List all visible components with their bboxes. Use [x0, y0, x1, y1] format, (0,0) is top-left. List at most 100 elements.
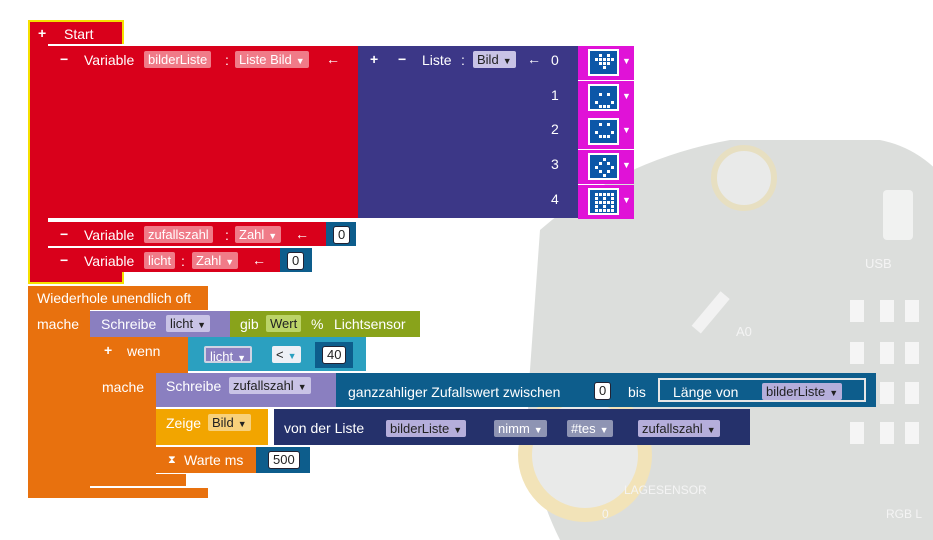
chevron-down-icon: ▼	[268, 231, 278, 241]
var2-label: Variable	[84, 227, 135, 243]
led-dot	[611, 197, 614, 200]
var3-colon: :	[181, 253, 185, 269]
led-dot	[607, 135, 610, 138]
usb-label: USB	[865, 256, 892, 271]
led-dot	[607, 123, 610, 126]
led-dot	[595, 205, 598, 208]
list-minus-icon[interactable]: −	[398, 50, 406, 68]
write1-get-label: gib	[240, 316, 259, 332]
image-diamond-icon	[588, 153, 619, 180]
list-colon: :	[461, 52, 465, 68]
led-dot	[599, 209, 602, 212]
compare-var-dropdown[interactable]: licht ▼	[204, 346, 253, 364]
led-dot	[603, 62, 606, 65]
start-plus-icon[interactable]: +	[38, 24, 46, 42]
var3-value-field[interactable]: 0	[287, 252, 305, 270]
hourglass-icon: ⧗	[168, 454, 176, 466]
var1-name-field[interactable]: bilderListe	[144, 51, 212, 68]
list-get-label: von der Liste	[284, 420, 365, 436]
wait-value-field[interactable]: 500	[268, 451, 300, 469]
chevron-down-icon: ▼	[237, 419, 247, 429]
show-type-dropdown[interactable]: Bild ▼	[208, 414, 251, 431]
led-dot	[603, 209, 606, 212]
image-grid-icon	[588, 188, 619, 215]
list-block[interactable]	[358, 46, 578, 218]
list-get-index-dropdown[interactable]: zufallszahl ▼	[638, 420, 720, 437]
led-dot	[595, 101, 598, 104]
var1-arrow: ←	[326, 51, 340, 67]
variable-bilderliste-block[interactable]	[48, 46, 358, 218]
led-dot	[599, 135, 602, 138]
led-dot	[603, 205, 606, 208]
led-dot	[603, 58, 606, 61]
var2-value-field[interactable]: 0	[333, 226, 351, 244]
image-block-0[interactable]: ▼	[578, 46, 634, 80]
start-label: Start	[64, 26, 94, 42]
led-dot	[595, 166, 598, 169]
list-plus-icon[interactable]: +	[370, 50, 378, 68]
led-dot	[607, 162, 610, 165]
chevron-down-icon: ▼	[622, 160, 631, 170]
var3-minus-icon[interactable]: −	[60, 251, 68, 269]
write2-var-dropdown[interactable]: zufallszahl ▼	[229, 377, 311, 394]
chevron-down-icon: ▼	[622, 195, 631, 205]
led-dot	[603, 105, 606, 108]
compare-value-field[interactable]: 40	[322, 346, 347, 364]
image-block-2[interactable]: ▼	[578, 115, 634, 149]
led-dot	[611, 131, 614, 134]
length-label: Länge von	[673, 384, 739, 400]
list-get-mode-dropdown[interactable]: nimm ▼	[494, 420, 547, 437]
led-dot	[599, 201, 602, 204]
led-dot	[607, 193, 610, 196]
var2-minus-icon[interactable]: −	[60, 225, 68, 243]
led-dot	[599, 54, 602, 57]
length-list-dropdown[interactable]: bilderListe ▼	[762, 383, 843, 400]
if-do-label: mache	[102, 379, 145, 395]
led-dot	[603, 135, 606, 138]
image-block-3[interactable]: ▼	[578, 150, 634, 184]
led-dot	[595, 58, 598, 61]
led-dot	[595, 209, 598, 212]
led-dot	[607, 58, 610, 61]
led-dot	[611, 166, 614, 169]
led-dot	[603, 174, 606, 177]
led-dot	[599, 105, 602, 108]
start-block-body	[28, 44, 48, 272]
write1-var-dropdown[interactable]: licht ▼	[166, 315, 211, 332]
led-dot	[607, 93, 610, 96]
list-get-where-dropdown[interactable]: #tes ▼	[567, 420, 613, 437]
led-dot	[607, 209, 610, 212]
chevron-down-icon: ▼	[706, 425, 716, 435]
chevron-down-icon: ▼	[829, 388, 839, 398]
image-block-4[interactable]: ▼	[578, 185, 634, 219]
led-dot	[599, 193, 602, 196]
var2-type-dropdown[interactable]: Zahl ▼	[235, 226, 282, 243]
list-index-1: 1	[551, 87, 559, 103]
var3-name-field[interactable]: licht	[144, 252, 176, 269]
led-dot	[599, 162, 602, 165]
chevron-down-icon: ▼	[197, 320, 207, 330]
var3-arrow: ←	[252, 252, 266, 268]
var2-arrow: ←	[295, 226, 309, 242]
random-from-field[interactable]: 0	[594, 382, 612, 400]
if-plus-icon[interactable]: +	[104, 341, 112, 359]
write1-label: Schreibe	[101, 316, 157, 332]
write2-label: Schreibe	[166, 378, 222, 394]
led-dot	[595, 131, 598, 134]
if-block-footer	[90, 474, 186, 486]
compare-operator-dropdown[interactable]: < ▼	[272, 346, 301, 363]
led-dot	[595, 201, 598, 204]
list-type-dropdown[interactable]: Bild ▼	[473, 51, 516, 68]
led-dot	[599, 123, 602, 126]
var1-minus-icon[interactable]: −	[60, 50, 68, 68]
var3-type-dropdown[interactable]: Zahl ▼	[192, 252, 239, 269]
list-get-list-dropdown[interactable]: bilderListe ▼	[386, 420, 467, 437]
write1-value-field[interactable]: Wert	[266, 315, 302, 332]
chevron-down-icon: ▼	[453, 425, 463, 435]
image-block-1[interactable]: ▼	[578, 81, 634, 115]
var1-type-dropdown[interactable]: Liste Bild ▼	[235, 51, 309, 68]
chevron-down-icon: ▼	[622, 125, 631, 135]
var2-name-field[interactable]: zufallszahl	[144, 226, 213, 243]
led-dot	[599, 93, 602, 96]
random-to-label: bis	[628, 384, 646, 400]
